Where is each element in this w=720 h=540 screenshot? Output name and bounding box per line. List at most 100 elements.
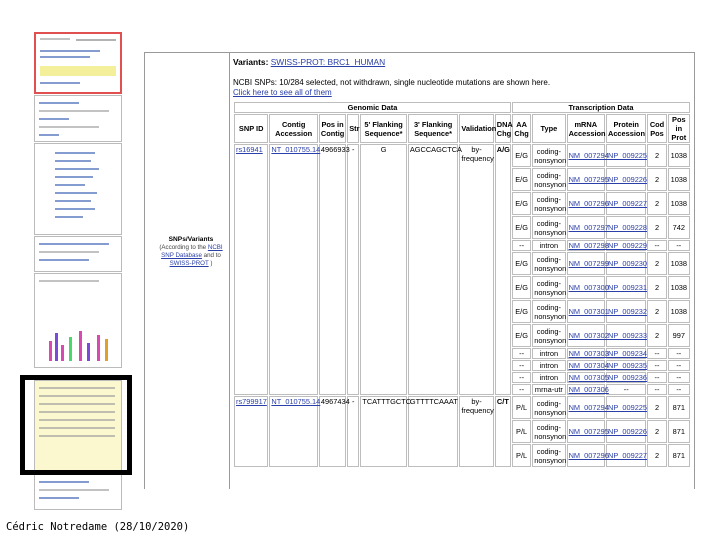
codon-position: 2 — [647, 420, 667, 443]
mrna-accession-link[interactable]: NM_007303 — [566, 348, 609, 359]
variant-type: intron — [532, 348, 566, 359]
variant-type: coding-nonsynon — [532, 396, 566, 419]
flank-5: TCATTTGCTC — [360, 396, 411, 467]
mrna-accession-link[interactable]: NM_007295 — [566, 168, 609, 191]
col-contig-accession: Contig Accession — [269, 114, 318, 143]
aa-change: P/L — [512, 396, 532, 419]
protein-accession-link[interactable]: NP_009227 — [605, 192, 647, 215]
thumbnail-page-2[interactable] — [34, 95, 122, 142]
table-column-header-row: SNP ID Contig Accession Pos in Contig St… — [234, 114, 690, 143]
position-in-protein: 1038 — [667, 276, 690, 299]
section-and-text: and to — [203, 252, 221, 259]
section-header: SNPs/Variants (According to the NCBI SNP… — [153, 236, 229, 268]
variant-type: coding-nonsynon — [532, 276, 566, 299]
protein-accession-link[interactable]: NP_009226 — [605, 420, 647, 443]
thumbnail-page-7[interactable] — [34, 474, 122, 510]
protein-accession-link[interactable]: NP_009233 — [605, 324, 647, 347]
contig-accession-link[interactable]: NT_010755.14 — [269, 144, 320, 395]
aa-change: E/G — [512, 216, 532, 239]
codon-position: 2 — [647, 396, 667, 419]
position-in-protein: 871 — [667, 444, 690, 467]
thumbnail-page-3[interactable] — [34, 143, 122, 235]
position-in-protein: 871 — [667, 396, 690, 419]
mrna-accession-link[interactable]: NM_007294 — [566, 144, 609, 167]
aa-change: E/G — [512, 144, 532, 167]
validation: by-frequency — [459, 144, 494, 395]
protein-accession-link[interactable]: NP_009229 — [605, 240, 647, 251]
protein-accession-link[interactable]: NP_009228 — [605, 216, 647, 239]
validation: by-frequency — [459, 396, 494, 467]
protein-accession-link[interactable]: NP_009225 — [605, 144, 647, 167]
aa-change: E/G — [512, 192, 532, 215]
col-mrna-accession: mRNA Accession — [566, 114, 606, 143]
flank-3: AGCCAGCTCA — [407, 144, 462, 395]
thumbnail-page-5[interactable] — [34, 273, 122, 368]
variant-type: intron — [532, 240, 566, 251]
col-pos-in-prot: Pos in Prot — [667, 114, 690, 143]
protein-accession-link[interactable]: NP_009227 — [605, 444, 647, 467]
codon-position: 2 — [647, 216, 667, 239]
mrna-accession-link[interactable]: NM_007296 — [566, 192, 609, 215]
mrna-accession-link[interactable]: NM_007299 — [566, 252, 609, 275]
mrna-accession-link[interactable]: NM_007294 — [566, 396, 609, 419]
variant-type: coding-nonsynon — [532, 168, 566, 191]
variant-type: mrna-utr — [532, 384, 566, 395]
protein-accession-link[interactable]: NP_009234 — [605, 348, 647, 359]
protein-accession-link[interactable]: NP_009230 — [605, 252, 647, 275]
transcription-data-header: Transcription Data — [512, 102, 690, 113]
table-row: rs799917 NT_010755.14 4967434- TCATTTGCTC GT… — [234, 396, 690, 467]
mrna-accession-link[interactable]: NM_007296 — [566, 444, 609, 467]
current-page-highlight — [20, 375, 132, 475]
swiss-prot-link[interactable]: SWISS-PROT — [170, 260, 209, 267]
col-5-flanking: 5' Flanking Sequence* — [360, 114, 407, 143]
aa-change: E/G — [512, 300, 532, 323]
snp-id-link[interactable]: rs799917 — [234, 396, 269, 467]
snp-id-link[interactable]: rs16941 — [234, 144, 269, 395]
codon-position: 2 — [647, 144, 667, 167]
thumbnail-page-1[interactable] — [34, 32, 122, 94]
mrna-accession-link[interactable]: NM_007300 — [566, 276, 609, 299]
protein-accession-link[interactable]: NP_009235 — [605, 360, 647, 371]
mrna-accession-link[interactable]: NM_007295 — [566, 420, 609, 443]
protein-accession-link: -- — [605, 384, 647, 395]
protein-accession-link[interactable]: NP_009226 — [605, 168, 647, 191]
thumbnail-page-4[interactable] — [34, 236, 122, 272]
mrna-accession-link[interactable]: NM_007305 — [566, 372, 609, 383]
variants-heading: Variants: SWISS-PROT: BRC1_HUMAN — [233, 57, 691, 67]
codon-position: 2 — [647, 444, 667, 467]
mrna-accession-link[interactable]: NM_007298 — [566, 240, 609, 251]
col-snp-id: SNP ID — [234, 114, 269, 143]
col-str: Str — [347, 114, 359, 143]
position-in-protein: 742 — [667, 216, 690, 239]
aa-change: P/L — [512, 420, 532, 443]
column-divider — [229, 53, 230, 489]
section-sidebar: SNPs/Variants (According to the NCBI SNP… — [145, 53, 229, 489]
variant-type: coding-nonsynon — [532, 300, 566, 323]
mrna-accession-link[interactable]: NM_007301 — [566, 300, 609, 323]
protein-accession-link[interactable]: NP_009232 — [605, 300, 647, 323]
mrna-accession-link[interactable]: NM_007306 — [566, 384, 609, 395]
position-in-protein: -- — [667, 360, 690, 371]
mrna-accession-link[interactable]: NM_007304 — [566, 360, 609, 371]
swiss-prot-variant-link[interactable]: SWISS-PROT: BRC1_HUMAN — [271, 57, 385, 67]
dna-change: A/G — [494, 144, 511, 395]
see-all-link[interactable]: Click here to see all of them — [233, 88, 691, 98]
aa-change: E/G — [512, 252, 532, 275]
contig-accession-link[interactable]: NT_010755.14 — [269, 396, 320, 467]
position-in-protein: 1038 — [667, 168, 690, 191]
variant-type: coding-nonsynon — [532, 420, 566, 443]
aa-change: E/G — [512, 324, 532, 347]
mrna-accession-link[interactable]: NM_007297 — [566, 216, 609, 239]
col-dna-chg: DNA Chg — [494, 114, 513, 143]
aa-change: E/G — [512, 276, 532, 299]
protein-accession-link[interactable]: NP_009225 — [605, 396, 647, 419]
codon-position: -- — [647, 384, 667, 395]
position-in-protein: 1038 — [667, 300, 690, 323]
footer-credit: Cédric Notredame (28/10/2020) — [6, 521, 190, 533]
variant-type: coding-nonsynon — [532, 252, 566, 275]
mrna-accession-link[interactable]: NM_007302 — [566, 324, 609, 347]
protein-accession-link[interactable]: NP_009231 — [605, 276, 647, 299]
codon-position: 2 — [647, 252, 667, 275]
ncbi-note: NCBI SNPs: 10/284 selected, not withdraw… — [233, 78, 691, 98]
protein-accession-link[interactable]: NP_009236 — [605, 372, 647, 383]
